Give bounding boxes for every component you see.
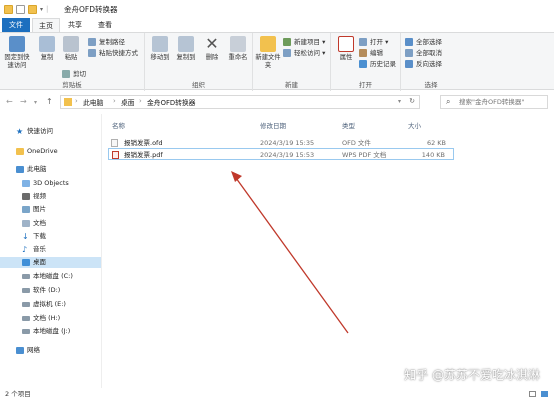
watermark: 知乎 @苏苏不爱吃冰淇淋 bbox=[404, 368, 540, 382]
item-count: 2 个项目 bbox=[5, 390, 31, 398]
status-bar: 2 个项目 bbox=[0, 388, 554, 400]
details-view-icon[interactable] bbox=[529, 391, 536, 397]
arrow-head bbox=[231, 171, 242, 182]
arrow-shaft bbox=[235, 177, 349, 334]
annotation-arrow bbox=[231, 171, 349, 334]
large-icons-view-icon[interactable] bbox=[541, 391, 548, 397]
